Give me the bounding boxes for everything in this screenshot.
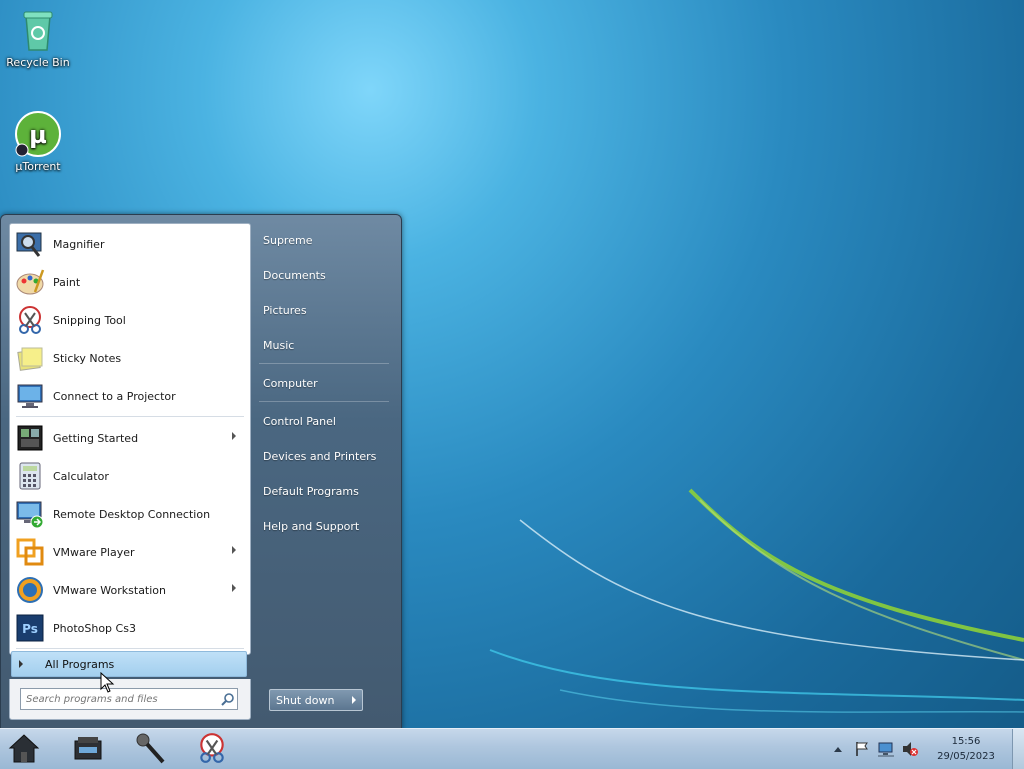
submenu-arrow-icon [232,546,236,554]
tray-volume[interactable] [900,739,920,759]
show-desktop-button[interactable] [1012,729,1024,769]
taskbar-pinned-scanner[interactable] [70,731,106,767]
programs-separator [16,416,244,417]
start-button[interactable] [6,731,42,767]
desktop-icon-utorrent[interactable]: µ µTorrent [0,110,76,173]
shutdown-label: Shut down [276,693,335,707]
tray-network[interactable] [876,739,896,759]
start-right-default-programs[interactable]: Default Programs [263,481,393,503]
right-pane-separator [259,363,389,364]
taskbar: 15:56 29/05/2023 [0,728,1024,769]
clock-time: 15:56 [951,736,981,747]
program-snipping-tool[interactable]: Snipping Tool [14,302,246,338]
flag-icon [856,742,868,756]
desktop-icon-label: Recycle Bin [6,56,70,69]
program-vmware-workstation[interactable]: VMware Workstation [14,572,246,608]
taskbar-clock[interactable]: 15:56 29/05/2023 [930,734,1002,764]
program-getting-started[interactable]: Getting Started [14,420,246,456]
chevron-up-icon [834,747,842,752]
program-label: Getting Started [53,431,139,445]
shutdown-options-arrow-icon[interactable] [352,696,356,704]
start-right-help-support[interactable]: Help and Support [263,516,393,538]
start-right-music[interactable]: Music [263,335,393,357]
desktop-icon-label: µTorrent [15,160,61,173]
remote-desktop-icon [14,498,46,530]
programs-separator [16,648,244,649]
program-label: Snipping Tool [53,313,126,327]
taskbar-pinned-snipping-tool[interactable] [194,731,230,767]
home-icon [7,732,41,767]
search-area [9,679,251,720]
program-label: Remote Desktop Connection [53,507,211,521]
snipping-tool-icon [14,304,46,336]
program-vmware-player[interactable]: VMware Player [14,534,246,570]
start-right-pictures[interactable]: Pictures [263,300,393,322]
program-label: Connect to a Projector [53,389,176,403]
program-label: VMware Workstation [53,583,167,597]
getting-started-icon [14,422,46,454]
submenu-arrow-icon [232,584,236,592]
start-menu: Magnifier Paint Snipping Tool Sticky Not… [0,214,402,730]
search-box [20,688,238,710]
program-label: Magnifier [53,237,105,251]
clock-date: 29/05/2023 [937,751,995,762]
shutdown-button[interactable]: Shut down [269,689,363,711]
projector-icon [14,380,46,412]
magnifier-icon [14,228,46,260]
search-input[interactable] [21,692,219,706]
start-right-computer[interactable]: Computer [263,373,393,395]
program-label: Sticky Notes [53,351,122,365]
paint-icon [14,266,46,298]
all-programs-button[interactable]: All Programs [11,651,247,677]
tray-action-center[interactable] [852,739,872,759]
submenu-arrow-icon [232,432,236,440]
program-magnifier[interactable]: Magnifier [14,226,246,262]
svg-text:Ps: Ps [22,622,38,636]
recycle-bin-icon [14,6,62,54]
start-right-control-panel[interactable]: Control Panel [263,411,393,433]
search-icon[interactable] [219,690,237,708]
snipping-tool-icon [196,732,228,767]
photoshop-icon: Ps [14,612,46,644]
program-photoshop[interactable]: Ps PhotoShop Cs3 [14,610,246,646]
program-label: PhotoShop Cs3 [53,621,136,635]
all-programs-label: All Programs [45,657,115,671]
program-label: VMware Player [53,545,135,559]
mouse-cursor-icon [100,672,115,693]
calculator-icon [14,460,46,492]
show-hidden-icons-button[interactable] [828,739,848,759]
program-label: Paint [53,275,81,289]
microphone-icon [133,732,167,767]
start-right-devices-printers[interactable]: Devices and Printers [263,446,393,468]
program-label: Calculator [53,469,109,483]
right-pane-separator [259,401,389,402]
expand-arrow-icon [19,660,23,668]
network-icon [878,742,894,757]
utorrent-icon: µ [14,110,62,158]
start-right-supreme[interactable]: Supreme [263,230,393,252]
scanner-icon [72,733,104,766]
start-menu-programs-pane: Magnifier Paint Snipping Tool Sticky Not… [9,223,251,655]
sticky-notes-icon [14,342,46,374]
desktop-icon-recycle-bin[interactable]: Recycle Bin [0,6,76,69]
program-calculator[interactable]: Calculator [14,458,246,494]
program-remote-desktop[interactable]: Remote Desktop Connection [14,496,246,532]
vmware-player-icon [14,536,46,568]
svg-text:µ: µ [29,121,47,149]
start-right-documents[interactable]: Documents [263,265,393,287]
program-connect-projector[interactable]: Connect to a Projector [14,378,246,414]
program-paint[interactable]: Paint [14,264,246,300]
taskbar-pinned-microphone[interactable] [132,731,168,767]
vmware-workstation-icon [14,574,46,606]
program-sticky-notes[interactable]: Sticky Notes [14,340,246,376]
volume-muted-icon [903,742,918,756]
